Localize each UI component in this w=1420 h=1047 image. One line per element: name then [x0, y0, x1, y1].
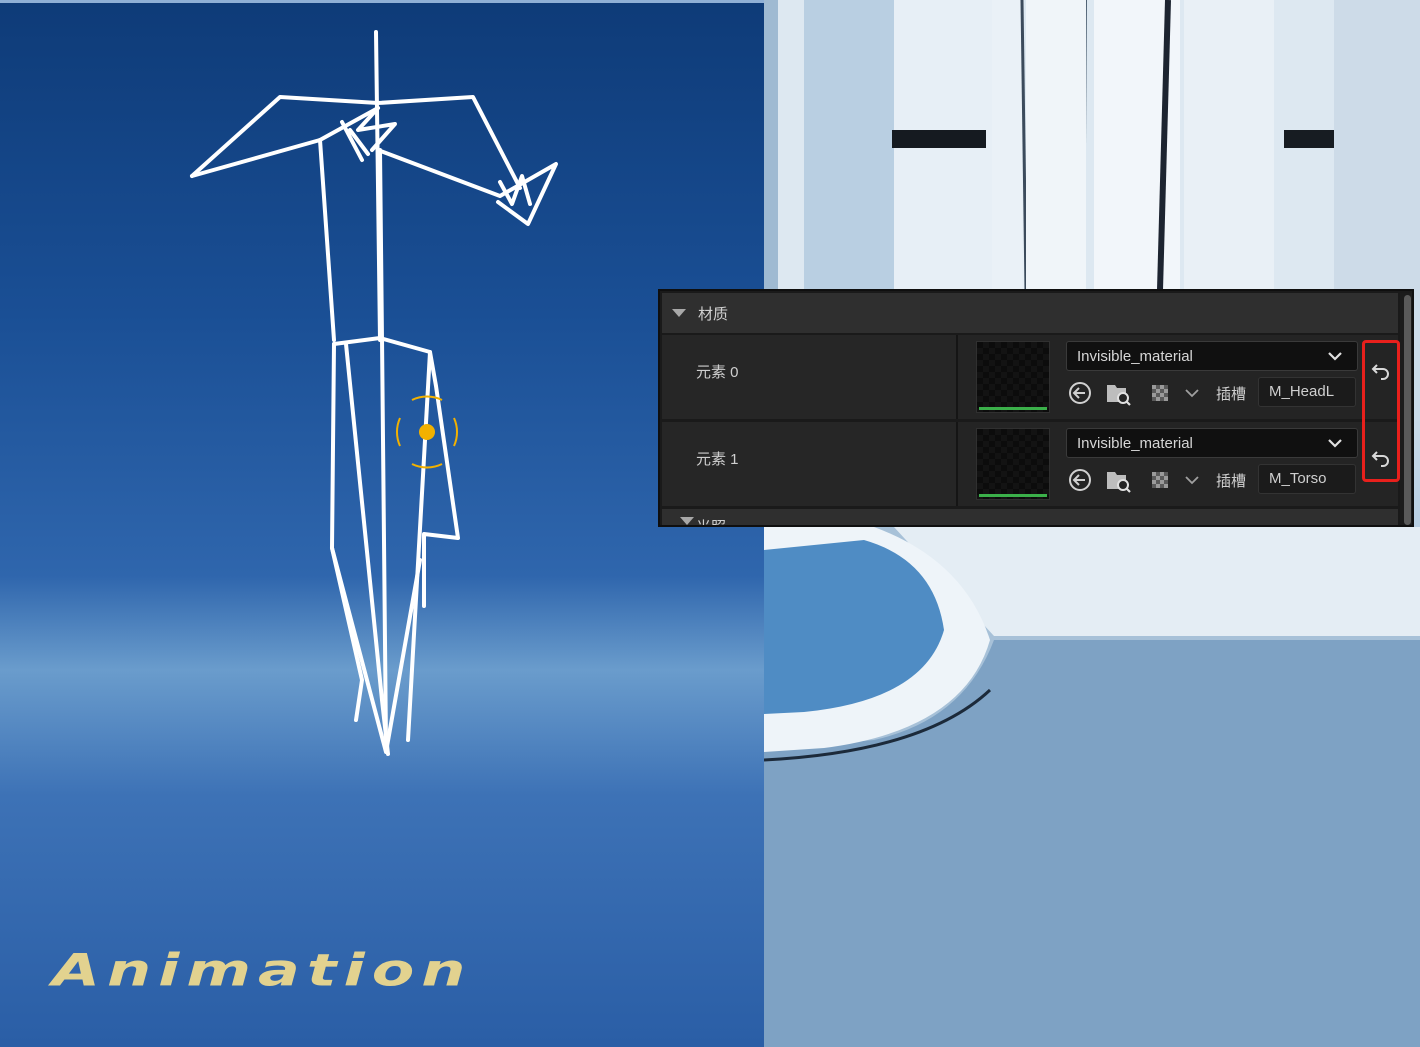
chevron-down-icon[interactable]: [1178, 379, 1206, 407]
skeleton-wireframe: [190, 30, 558, 756]
row-label-cell: 元素 0: [662, 335, 956, 419]
arrow-left-circle-icon[interactable]: [1066, 379, 1094, 407]
row-label-cell: 元素 1: [662, 422, 956, 506]
triangle-down-icon[interactable]: [672, 309, 686, 317]
triangle-down-icon[interactable]: [680, 517, 694, 525]
row-value-cell: Invisible_material 插槽: [958, 422, 1398, 506]
materials-category-header[interactable]: 材质: [662, 293, 1398, 333]
row-value-cell: Invisible_material 插槽: [958, 335, 1398, 419]
element-label: 元素 1: [696, 451, 739, 468]
scrollbar-thumb[interactable]: [1404, 295, 1411, 525]
material-value: Invisible_material: [1077, 434, 1193, 452]
next-category-title: 光照: [696, 516, 726, 525]
animation-viewport[interactable]: Animation: [0, 0, 764, 1047]
details-scrollbar[interactable]: [1400, 293, 1412, 525]
checker-icon[interactable]: [1148, 466, 1176, 494]
thumbnail-underline: [979, 494, 1047, 497]
chevron-down-icon[interactable]: [1178, 466, 1206, 494]
slot-name-field[interactable]: M_HeadL: [1258, 377, 1356, 407]
reset-buttons-highlight: [1362, 340, 1400, 482]
slot-name-field[interactable]: M_Torso: [1258, 464, 1356, 494]
arrow-left-circle-icon[interactable]: [1066, 466, 1094, 494]
folder-search-icon[interactable]: [1104, 379, 1132, 407]
lighting-category-header[interactable]: 光照: [662, 509, 1398, 525]
material-element-row: 元素 0 Invisible_material 插槽 M_HeadL: [662, 335, 1398, 419]
checker-icon[interactable]: [1148, 379, 1176, 407]
slot-label: 插槽: [1216, 386, 1247, 403]
element-label: 元素 0: [696, 364, 739, 381]
details-panel: 材质 元素 0 Invisible_material 插槽 M_HeadL 元素…: [658, 289, 1414, 527]
material-combo[interactable]: Invisible_material: [1066, 341, 1358, 371]
animation-overlay-text: Animation: [52, 943, 473, 997]
folder-search-icon[interactable]: [1104, 466, 1132, 494]
thumbnail-underline: [979, 407, 1047, 410]
material-thumbnail[interactable]: [976, 428, 1050, 500]
chevron-down-icon: [1328, 352, 1342, 361]
material-combo[interactable]: Invisible_material: [1066, 428, 1358, 458]
slot-label: 插槽: [1216, 473, 1247, 490]
material-element-row: 元素 1 Invisible_material 插槽 M_Torso: [662, 422, 1398, 506]
material-value: Invisible_material: [1077, 347, 1193, 365]
category-title: 材质: [698, 305, 729, 323]
chevron-down-icon: [1328, 439, 1342, 448]
material-thumbnail[interactable]: [976, 341, 1050, 413]
